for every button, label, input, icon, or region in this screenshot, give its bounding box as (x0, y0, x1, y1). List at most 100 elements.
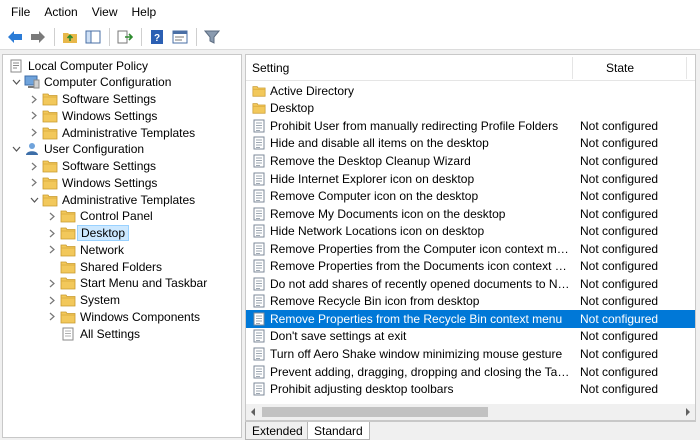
folder-icon (41, 91, 59, 108)
tree-item[interactable]: Administrative Templates (27, 191, 198, 208)
chevron-down-icon[interactable] (27, 191, 41, 208)
policy-icon (7, 57, 25, 74)
chevron-right-icon[interactable] (27, 124, 41, 141)
menu-help[interactable]: Help (125, 0, 164, 24)
help-icon: ? (151, 29, 163, 44)
filter-button[interactable] (201, 26, 223, 48)
list-setting-row[interactable]: Prohibit adjusting desktop toolbars Not c… (246, 380, 695, 398)
chevron-right-icon[interactable] (45, 275, 59, 292)
column-header-setting[interactable]: Setting (252, 61, 289, 75)
tree-item[interactable]: System (45, 292, 123, 309)
list-setting-row[interactable]: Remove Properties from the Documents ico… (246, 258, 695, 276)
up-one-level-button[interactable] (59, 26, 81, 48)
menu-action[interactable]: Action (37, 0, 84, 24)
tree-item[interactable]: Windows Settings (27, 107, 160, 124)
tab-extended[interactable]: Extended (245, 422, 310, 440)
list-setting-row[interactable]: Hide Network Locations icon on desktop No… (246, 222, 695, 240)
list-setting-row[interactable]: Remove Recycle Bin icon from desktop Not … (246, 293, 695, 311)
policy-setting-icon (252, 119, 266, 133)
back-button[interactable] (4, 26, 26, 48)
list-setting-row[interactable]: Remove Properties from the Recycle Bin c… (246, 310, 695, 328)
setting-name: Remove Properties from the Recycle Bin c… (270, 311, 563, 326)
tree-item[interactable]: Software Settings (27, 91, 159, 108)
column-divider[interactable] (572, 57, 573, 79)
chevron-right-icon[interactable] (27, 174, 41, 191)
tree-item[interactable]: Local Computer Policy (7, 57, 151, 74)
setting-name: Do not add shares of recently opened doc… (270, 276, 572, 291)
tree-item[interactable]: Computer Configuration (9, 74, 174, 91)
setting-name: Active Directory (270, 83, 355, 98)
list-folder-row[interactable]: Desktop (246, 100, 695, 118)
tree-item-label: User Configuration (44, 142, 145, 157)
column-divider[interactable] (686, 57, 687, 79)
tree-item[interactable]: Network (45, 241, 127, 258)
tree-item-label: Network (80, 242, 125, 257)
forward-button[interactable] (27, 26, 49, 48)
tree-item[interactable]: Control Panel (45, 208, 156, 225)
list-setting-row[interactable]: Remove Computer icon on the desktop Not c… (246, 187, 695, 205)
properties-icon (172, 30, 188, 43)
chevron-right-icon[interactable] (27, 91, 41, 108)
list-setting-row[interactable]: Do not add shares of recently opened doc… (246, 275, 695, 293)
scroll-thumb[interactable] (262, 407, 488, 417)
horizontal-scrollbar[interactable] (245, 404, 696, 421)
chevron-down-icon[interactable] (9, 141, 23, 158)
chevron-right-icon[interactable] (45, 292, 59, 309)
menu-file[interactable]: File (4, 0, 37, 24)
tree-item[interactable]: Windows Components (45, 308, 203, 325)
list-setting-row[interactable]: Remove the Desktop Cleanup Wizard Not con… (246, 152, 695, 170)
policy-setting-icon (252, 242, 266, 256)
tree-item-label: Control Panel (80, 209, 153, 224)
filter-icon (204, 30, 220, 44)
tree-pane[interactable]: Local Computer Policy Computer Configurat… (2, 54, 242, 438)
list-setting-row[interactable]: Don't save settings at exit Not configure… (246, 328, 695, 346)
tree-item[interactable]: User Configuration (9, 141, 147, 158)
chevron-right-icon[interactable] (45, 225, 59, 242)
setting-name: Remove Properties from the Documents ico… (270, 259, 572, 274)
help-button[interactable]: ? (146, 26, 168, 48)
chevron-right-icon[interactable] (45, 208, 59, 225)
setting-name: Prohibit adjusting desktop toolbars (270, 382, 454, 397)
menu-view[interactable]: View (85, 0, 125, 24)
scroll-right-icon[interactable] (685, 408, 691, 416)
chevron-right-icon[interactable] (27, 107, 41, 124)
folder-icon (41, 124, 59, 141)
setting-name: Remove Recycle Bin icon from desktop (270, 294, 480, 309)
list-folder-row[interactable]: Active Directory (246, 82, 695, 100)
tree-item[interactable]: Software Settings (27, 158, 159, 175)
chevron-right-icon[interactable] (27, 158, 41, 175)
list-setting-row[interactable]: Hide and disable all items on the deskto… (246, 135, 695, 153)
tab-standard[interactable]: Standard (307, 422, 370, 440)
chevron-right-icon[interactable] (45, 308, 59, 325)
folder-icon (59, 308, 77, 325)
tree-item-label: Windows Settings (62, 175, 158, 190)
list-setting-row[interactable]: Prevent adding, dragging, dropping and c… (246, 363, 695, 381)
policy-setting-icon (252, 154, 266, 168)
list-setting-row[interactable]: Hide Internet Explorer icon on desktop No… (246, 170, 695, 188)
scroll-left-icon[interactable] (250, 408, 256, 416)
list-setting-row[interactable]: Turn off Aero Shake window minimizing mo… (246, 345, 695, 363)
show-hide-tree-button[interactable] (82, 26, 104, 48)
chevron-right-icon[interactable] (45, 241, 59, 258)
setting-state: Not configured (580, 241, 659, 256)
tree-item[interactable]: Windows Settings (27, 174, 160, 191)
properties-button[interactable] (169, 26, 191, 48)
column-header-state[interactable]: State (606, 61, 634, 75)
tree-item[interactable]: Desktop (45, 225, 130, 242)
list-setting-row[interactable]: Remove My Documents icon on the desktop N… (246, 205, 695, 223)
toolbar-separator (196, 27, 197, 46)
folder-icon (59, 258, 77, 275)
setting-name: Prohibit User from manually redirecting … (270, 118, 559, 133)
chevron-down-icon[interactable] (9, 74, 23, 91)
list-setting-row[interactable]: Prohibit User from manually redirecting … (246, 117, 695, 135)
tree-item[interactable]: All Settings (45, 325, 143, 342)
menu-bar: File Action View Help (0, 0, 700, 24)
tree-item[interactable]: Start Menu and Taskbar (45, 275, 210, 292)
tree-item[interactable]: Shared Folders (45, 258, 165, 275)
tree-item[interactable]: Administrative Templates (27, 124, 198, 141)
settings-list[interactable]: Setting State Active Directory Desktop Pro… (245, 54, 696, 422)
list-setting-row[interactable]: Remove Properties from the Computer icon… (246, 240, 695, 258)
export-list-button[interactable] (114, 26, 136, 48)
tree-item-label: All Settings (80, 326, 141, 341)
